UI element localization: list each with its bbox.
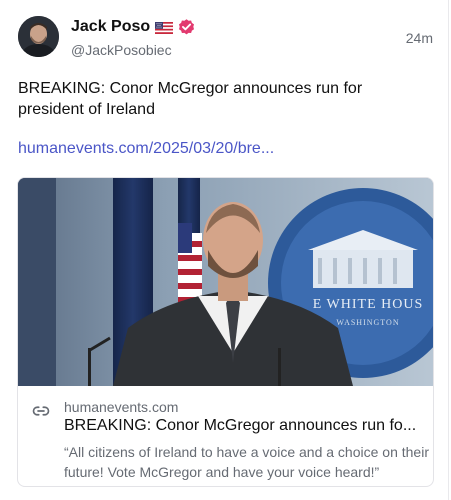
post: Jack Poso @JackPosobiec 24m BREAKING: Co…	[0, 0, 451, 500]
post-text: BREAKING: Conor McGregor announces run f…	[18, 80, 363, 118]
card-title[interactable]: BREAKING: Conor McGregor announces run f…	[64, 417, 424, 435]
sign-text: E WHITE HOUS	[313, 297, 424, 312]
post-link[interactable]: humanevents.com/2025/03/20/bre...	[18, 140, 274, 158]
handle[interactable]: @JackPosobiec	[71, 42, 196, 58]
us-flag-icon	[155, 21, 174, 34]
divider	[448, 0, 449, 500]
avatar[interactable]	[18, 16, 59, 57]
card-domain: humanevents.com	[64, 399, 179, 415]
display-name[interactable]: Jack Poso	[71, 18, 150, 36]
name-row: Jack Poso	[71, 16, 196, 38]
card-meta[interactable]: humanevents.com BREAKING: Conor McGregor…	[18, 386, 433, 486]
author-block: Jack Poso @JackPosobiec	[71, 16, 196, 58]
sign-subtext: WASHINGTON	[336, 318, 399, 327]
timestamp[interactable]: 24m	[406, 30, 433, 46]
card-description: “All citizens of Ireland to have a voice…	[64, 444, 429, 480]
link-icon	[32, 402, 50, 420]
verified-badge-icon	[177, 18, 196, 37]
link-preview-card[interactable]: E WHITE HOUS WASHINGTON humanevents.com …	[17, 177, 434, 487]
card-image[interactable]: E WHITE HOUS WASHINGTON	[18, 178, 433, 386]
